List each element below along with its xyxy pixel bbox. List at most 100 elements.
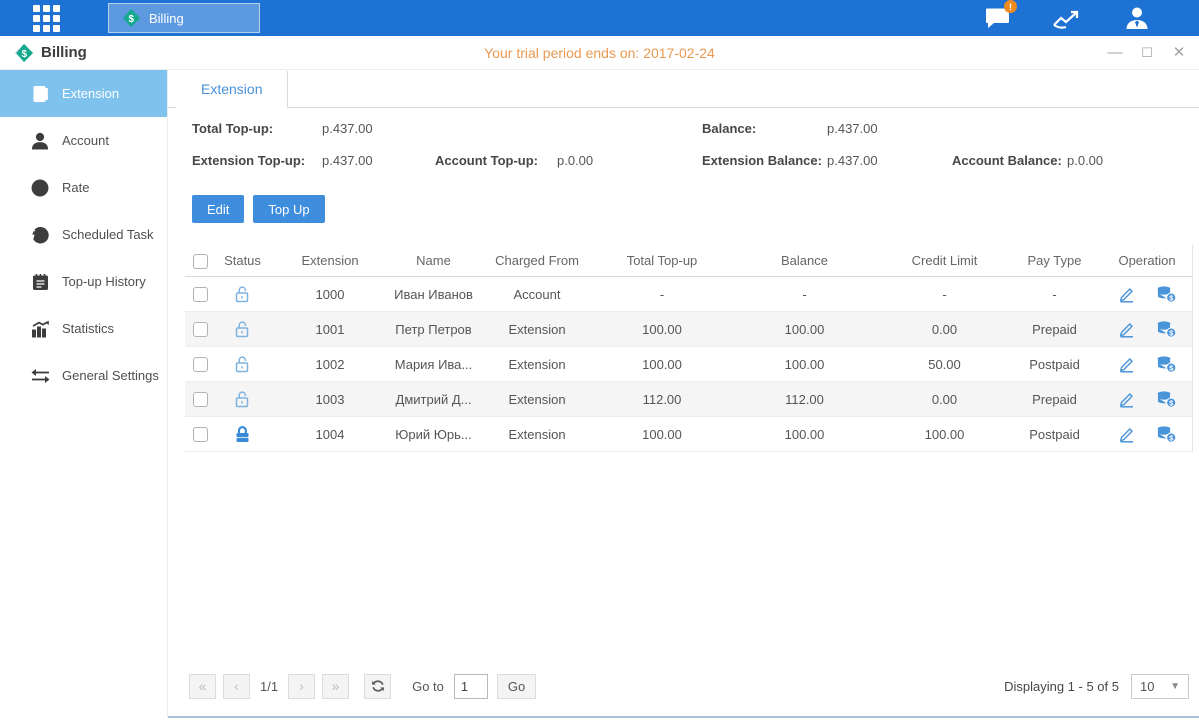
cell-charged-from: Extension <box>477 322 597 337</box>
cell-extension: 1003 <box>270 392 390 407</box>
apps-menu-button[interactable] <box>24 0 68 36</box>
extension-balance-value: p.437.00 <box>827 153 952 168</box>
topup-coins-icon[interactable]: $ <box>1156 425 1177 443</box>
column-header-credit-limit[interactable]: Credit Limit <box>882 253 1007 268</box>
sidebar-item-extension[interactable]: Extension <box>0 70 167 117</box>
edit-pencil-icon[interactable] <box>1118 425 1136 443</box>
cell-pay-type: - <box>1007 287 1102 302</box>
tab-bar: Extension <box>168 70 1199 108</box>
edit-pencil-icon[interactable] <box>1118 390 1136 408</box>
total-topup-label: Total Top-up: <box>192 121 322 136</box>
billing-summary: Total Top-up: p.437.00 Extension Top-up:… <box>192 121 1193 168</box>
select-all-checkbox[interactable] <box>193 254 208 269</box>
messages-button[interactable]: ! <box>981 4 1013 32</box>
goto-page-input[interactable] <box>454 674 488 699</box>
cell-credit-limit: 0.00 <box>882 322 1007 337</box>
sidebar-item-top-up-history[interactable]: Top-up History <box>0 258 167 305</box>
cell-charged-from: Extension <box>477 427 597 442</box>
cell-balance: - <box>727 287 882 302</box>
maximize-button[interactable]: ☐ <box>1139 45 1155 61</box>
row-checkbox[interactable] <box>193 287 208 302</box>
row-checkbox[interactable] <box>193 357 208 372</box>
main-content: Extension Total Top-up: p.437.00 Extensi… <box>168 70 1199 718</box>
scheduled-task-icon <box>30 225 50 245</box>
next-page-button[interactable]: › <box>288 674 315 699</box>
edit-button[interactable]: Edit <box>192 195 244 223</box>
cell-operation: $ <box>1102 285 1192 303</box>
sidebar-item-account[interactable]: Account <box>0 117 167 164</box>
column-header-charged-from[interactable]: Charged From <box>477 253 597 268</box>
edit-pencil-icon[interactable] <box>1118 355 1136 373</box>
column-header-total-top-up[interactable]: Total Top-up <box>597 253 727 268</box>
cell-balance: 112.00 <box>727 392 882 407</box>
sidebar-item-general-settings[interactable]: General Settings <box>0 352 167 399</box>
reports-button[interactable] <box>1051 4 1083 32</box>
cell-total-topup: 112.00 <box>597 392 727 407</box>
billing-app-icon: $ <box>121 8 141 28</box>
last-page-button[interactable]: » <box>322 674 349 699</box>
cell-total-topup: 100.00 <box>597 322 727 337</box>
account-icon <box>30 131 50 151</box>
topup-coins-icon[interactable]: $ <box>1156 390 1177 408</box>
column-header-name[interactable]: Name <box>390 253 477 268</box>
sidebar-item-label: Statistics <box>62 321 114 336</box>
cell-extension: 1001 <box>270 322 390 337</box>
table-row[interactable]: 1001Петр ПетровExtension100.00100.000.00… <box>185 312 1192 347</box>
column-header-status[interactable]: Status <box>215 253 270 268</box>
cell-total-topup: 100.00 <box>597 427 727 442</box>
edit-pencil-icon[interactable] <box>1118 320 1136 338</box>
cell-balance: 100.00 <box>727 427 882 442</box>
total-topup-value: p.437.00 <box>322 121 435 136</box>
column-header-pay-type[interactable]: Pay Type <box>1007 253 1102 268</box>
cell-extension: 1000 <box>270 287 390 302</box>
column-header-extension[interactable]: Extension <box>270 253 390 268</box>
topup-coins-icon[interactable]: $ <box>1156 320 1177 338</box>
topup-coins-icon[interactable]: $ <box>1156 355 1177 373</box>
sidebar-item-label: Top-up History <box>62 274 146 289</box>
lock-open-icon <box>215 387 270 412</box>
cell-total-topup: - <box>597 287 727 302</box>
extension-balance-label: Extension Balance: <box>702 153 827 168</box>
user-account-button[interactable] <box>1121 4 1153 32</box>
cell-pay-type: Prepaid <box>1007 322 1102 337</box>
page-size-value: 10 <box>1140 679 1154 694</box>
page-indicator: 1/1 <box>260 679 278 694</box>
table-row[interactable]: 1004Юрий Юрь...Extension100.00100.00100.… <box>185 417 1192 452</box>
balance-label: Balance: <box>702 121 827 136</box>
refresh-button[interactable] <box>364 674 391 699</box>
topup-coins-icon[interactable]: $ <box>1156 285 1177 303</box>
cell-charged-from: Extension <box>477 357 597 372</box>
page-size-select[interactable]: 10 ▼ <box>1131 674 1189 699</box>
edit-pencil-icon[interactable] <box>1118 285 1136 303</box>
sidebar-item-statistics[interactable]: Statistics <box>0 305 167 352</box>
extension-topup-label: Extension Top-up: <box>192 153 322 168</box>
row-checkbox[interactable] <box>193 427 208 442</box>
table-row[interactable]: 1000Иван ИвановAccount----$ <box>185 277 1192 312</box>
sidebar-item-scheduled-task[interactable]: Scheduled Task <box>0 211 167 258</box>
column-header-balance[interactable]: Balance <box>727 253 882 268</box>
first-page-button[interactable]: « <box>189 674 216 699</box>
system-topbar: $ Billing ! <box>0 0 1199 36</box>
tab-extension[interactable]: Extension <box>176 71 288 108</box>
go-button[interactable]: Go <box>497 674 536 699</box>
minimize-button[interactable]: — <box>1107 45 1123 61</box>
cell-total-topup: 100.00 <box>597 357 727 372</box>
cell-pay-type: Prepaid <box>1007 392 1102 407</box>
account-topup-label: Account Top-up: <box>435 153 557 168</box>
account-topup-value: p.0.00 <box>557 153 702 168</box>
cell-name: Иван Иванов <box>390 287 477 302</box>
sidebar-item-rate[interactable]: $Rate <box>0 164 167 211</box>
table-row[interactable]: 1003Дмитрий Д...Extension112.00112.000.0… <box>185 382 1192 417</box>
top-up-button[interactable]: Top Up <box>253 195 324 223</box>
taskbar-item-billing[interactable]: $ Billing <box>108 3 260 33</box>
column-header-operation[interactable]: Operation <box>1102 253 1192 268</box>
lock-closed-icon <box>215 422 270 447</box>
user-icon <box>1124 5 1150 31</box>
cell-pay-type: Postpaid <box>1007 427 1102 442</box>
row-checkbox[interactable] <box>193 322 208 337</box>
prev-page-button[interactable]: ‹ <box>223 674 250 699</box>
cell-charged-from: Account <box>477 287 597 302</box>
row-checkbox[interactable] <box>193 392 208 407</box>
table-row[interactable]: 1002Мария Ива...Extension100.00100.0050.… <box>185 347 1192 382</box>
close-button[interactable]: ✕ <box>1171 45 1187 61</box>
